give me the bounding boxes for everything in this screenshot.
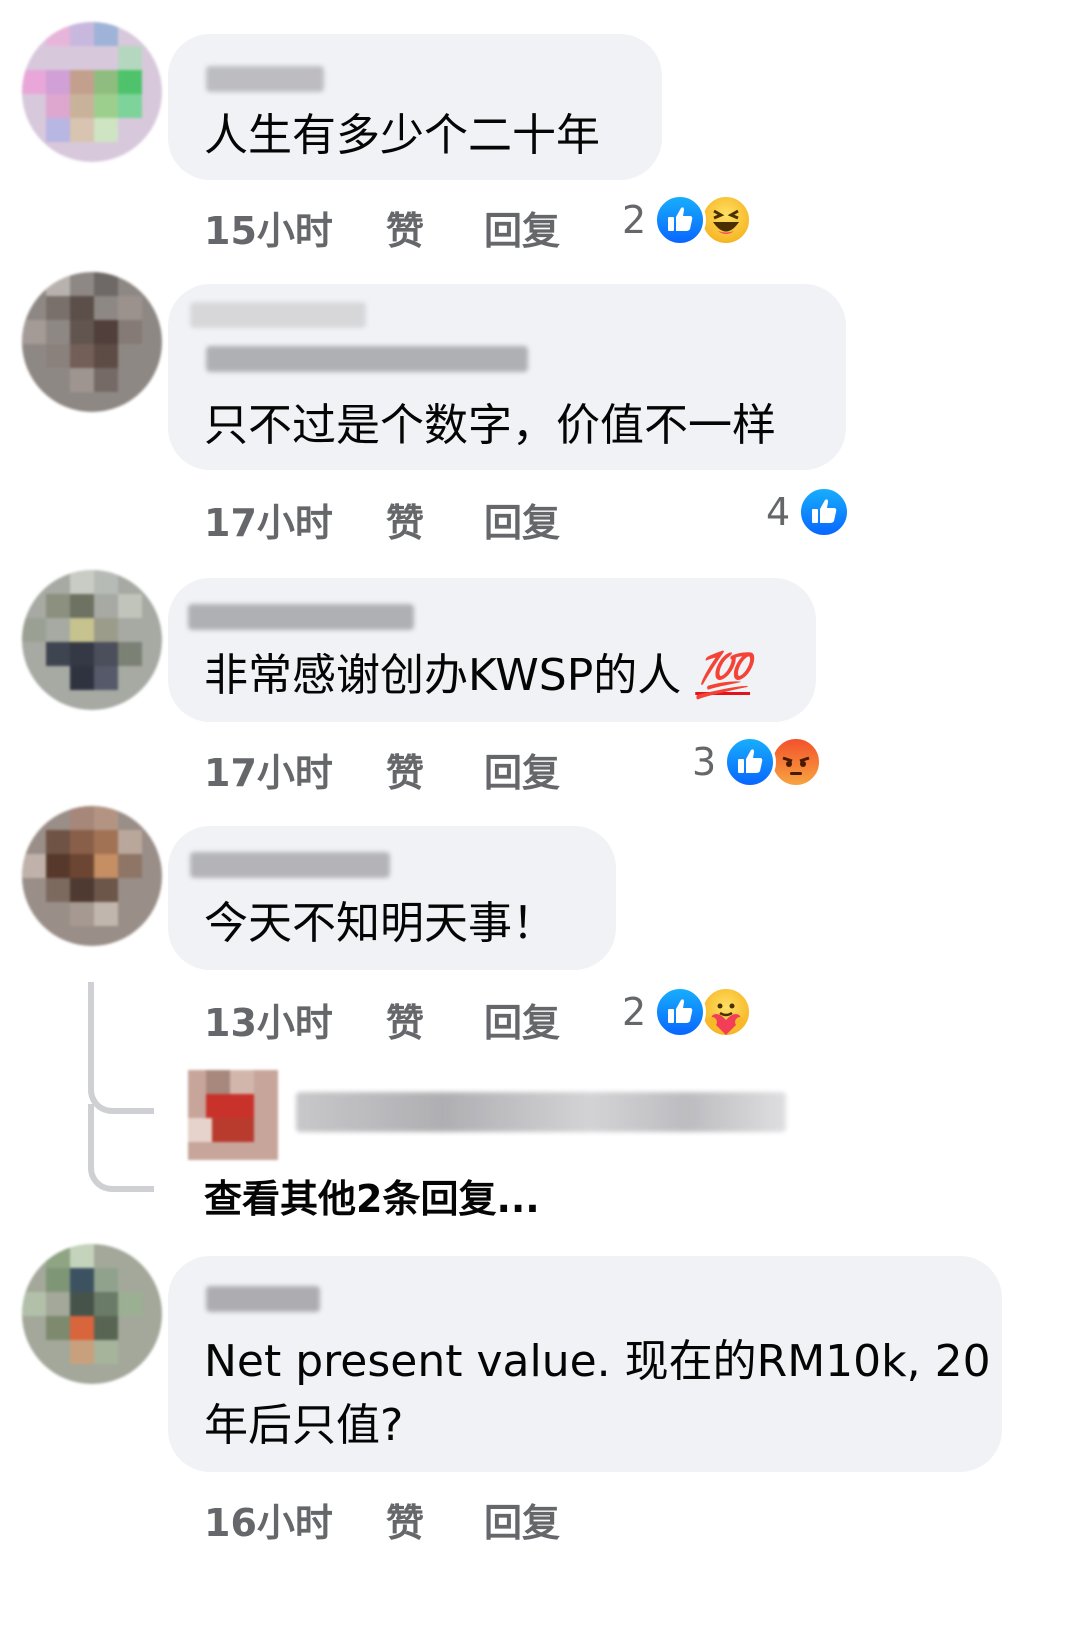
avatar[interactable]	[22, 1244, 162, 1384]
like-reaction-icon	[798, 486, 850, 538]
reply-button[interactable]: 回复	[484, 742, 560, 797]
comment-bubble[interactable]: 人生有多少个二十年	[168, 34, 662, 180]
comment-text: 只不过是个数字，价值不一样	[204, 400, 776, 451]
comment-time[interactable]: 15小时	[204, 200, 333, 255]
view-more-replies-link[interactable]: 查看其他2条回复...	[204, 1168, 540, 1223]
reply-button[interactable]: 回复	[484, 200, 560, 255]
avatar[interactable]	[22, 806, 162, 946]
reply-button[interactable]: 回复	[484, 1492, 560, 1547]
like-reaction-icon	[724, 736, 776, 788]
reaction-count: 4	[766, 490, 791, 534]
author-name-blurred[interactable]	[206, 1286, 320, 1312]
comment-bubble[interactable]: 非常感谢创办KWSP的人 💯	[168, 578, 816, 722]
avatar[interactable]	[22, 272, 162, 412]
reaction-count: 2	[622, 198, 647, 242]
thread-connector-line	[88, 1104, 154, 1192]
avatar[interactable]	[22, 570, 162, 710]
comment-text: 人生有多少个二十年	[204, 110, 600, 161]
comment-text: 今天不知明天事！	[204, 898, 556, 949]
author-name-blurred[interactable]	[190, 852, 390, 878]
comment-text-line-1: Net present value. 现在的RM10k, 20	[204, 1336, 991, 1387]
reaction-count: 3	[692, 740, 717, 784]
author-name-blurred[interactable]	[206, 66, 324, 92]
comment-text-line-2: 年后只值?	[204, 1400, 404, 1451]
like-button[interactable]: 赞	[386, 492, 424, 547]
comment-bubble[interactable]: 今天不知明天事！	[168, 826, 616, 970]
comment-text-content: 非常感谢创办KWSP的人	[204, 650, 682, 701]
author-name-blurred[interactable]	[190, 302, 366, 328]
like-button[interactable]: 赞	[386, 200, 424, 255]
angry-reaction-icon	[770, 736, 822, 788]
like-reaction-icon	[654, 986, 706, 1038]
like-button[interactable]: 赞	[386, 1492, 424, 1547]
haha-reaction-icon	[700, 194, 752, 246]
thread-connector-line	[88, 982, 154, 1114]
like-button[interactable]: 赞	[386, 992, 424, 1047]
reply-button[interactable]: 回复	[484, 992, 560, 1047]
comment-bubble[interactable]: 只不过是个数字，价值不一样	[168, 284, 846, 470]
comment-time[interactable]: 17小时	[204, 742, 333, 797]
comment-time[interactable]: 16小时	[204, 1492, 333, 1547]
avatar[interactable]	[22, 22, 162, 162]
comment-text: 非常感谢创办KWSP的人 💯	[204, 644, 750, 708]
author-name-blurred[interactable]	[206, 346, 528, 372]
reply-avatar[interactable]	[188, 1070, 278, 1160]
reaction-count: 2	[622, 990, 647, 1034]
comment-bubble[interactable]: Net present value. 现在的RM10k, 20 年后只值?	[168, 1256, 1002, 1472]
reply-button[interactable]: 回复	[484, 492, 560, 547]
hundred-emoji: 💯	[695, 650, 751, 701]
comment-time[interactable]: 13小时	[204, 992, 333, 1047]
care-reaction-icon	[700, 986, 752, 1038]
comment-time[interactable]: 17小时	[204, 492, 333, 547]
like-button[interactable]: 赞	[386, 742, 424, 797]
author-name-blurred[interactable]	[188, 604, 414, 630]
reply-text-blurred[interactable]	[296, 1092, 786, 1132]
like-reaction-icon	[654, 194, 706, 246]
